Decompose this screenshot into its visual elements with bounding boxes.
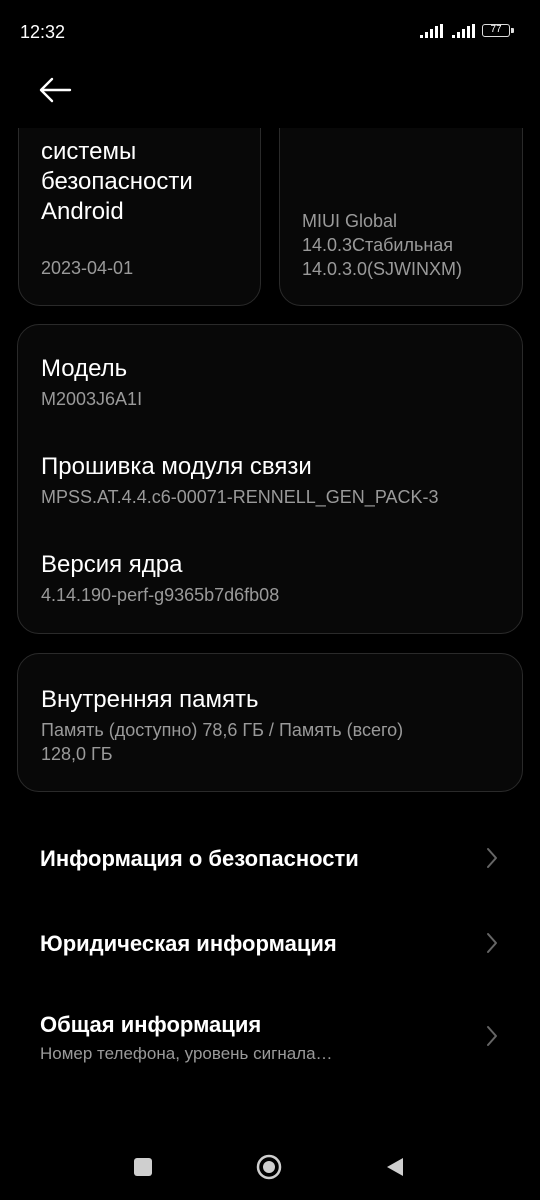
battery-icon: 77: [482, 24, 514, 37]
status-time: 12:32: [20, 22, 66, 42]
signal-icon-2: [452, 24, 475, 38]
menu-item-security-info[interactable]: Информация о безопасности: [0, 818, 540, 898]
menu-item-general-info[interactable]: Общая информация Номер телефона, уровень…: [0, 998, 540, 1088]
security-patch-date: 2023-04-01: [41, 258, 134, 278]
chevron-right-icon: [487, 848, 497, 868]
triangle-icon[interactable]: [384, 1156, 406, 1178]
storage-value-line2: 128,0 ГБ: [41, 744, 113, 764]
menu-item-label: Информация о безопасности: [40, 846, 359, 871]
menu-item-label: Юридическая информация: [40, 931, 337, 956]
kernel-value: 4.14.190-perf-g9365b7d6fb08: [41, 585, 280, 605]
security-patch-title: системы безопасности Android: [41, 138, 193, 225]
signal-icon: [420, 24, 443, 38]
storage-label: Внутренняя память: [41, 686, 259, 713]
baseband-value: MPSS.AT.4.4.c6-00071-RENNELL_GEN_PACK-3: [41, 487, 439, 507]
kernel-label: Версия ядра: [41, 551, 183, 578]
scroll-content[interactable]: системы безопасности Android 2023-04-01 …: [0, 128, 540, 1128]
circle-icon[interactable]: [256, 1154, 282, 1180]
chevron-right-icon: [487, 933, 497, 953]
storage-value-line1: Память (доступно) 78,6 ГБ / Память (всег…: [41, 720, 404, 740]
security-patch-card[interactable]: системы безопасности Android 2023-04-01: [18, 128, 261, 306]
model-label: Модель: [41, 355, 128, 382]
device-info-card: Модель M2003J6A1I Прошивка модуля связи …: [17, 324, 523, 634]
menu-item-subtitle: Номер телефона, уровень сигнала…: [40, 1044, 333, 1063]
arrow-left-icon[interactable]: [38, 74, 74, 106]
menu-item-legal-info[interactable]: Юридическая информация: [0, 903, 540, 983]
model-value: M2003J6A1I: [41, 389, 143, 409]
miui-version-card[interactable]: MIUI Global 14.0.3Стабильная 14.0.3.0(SJ…: [279, 128, 523, 306]
storage-card[interactable]: Внутренняя память Память (доступно) 78,6…: [17, 653, 523, 792]
miui-version-text: MIUI Global 14.0.3Стабильная 14.0.3.0(SJ…: [302, 211, 463, 279]
navigation-bar: [0, 1128, 540, 1200]
square-icon[interactable]: [134, 1158, 152, 1176]
baseband-label: Прошивка модуля связи: [41, 453, 312, 480]
menu-item-label: Общая информация: [40, 1012, 262, 1037]
chevron-right-icon: [487, 1026, 497, 1046]
status-bar: 12:32 77: [0, 0, 540, 64]
